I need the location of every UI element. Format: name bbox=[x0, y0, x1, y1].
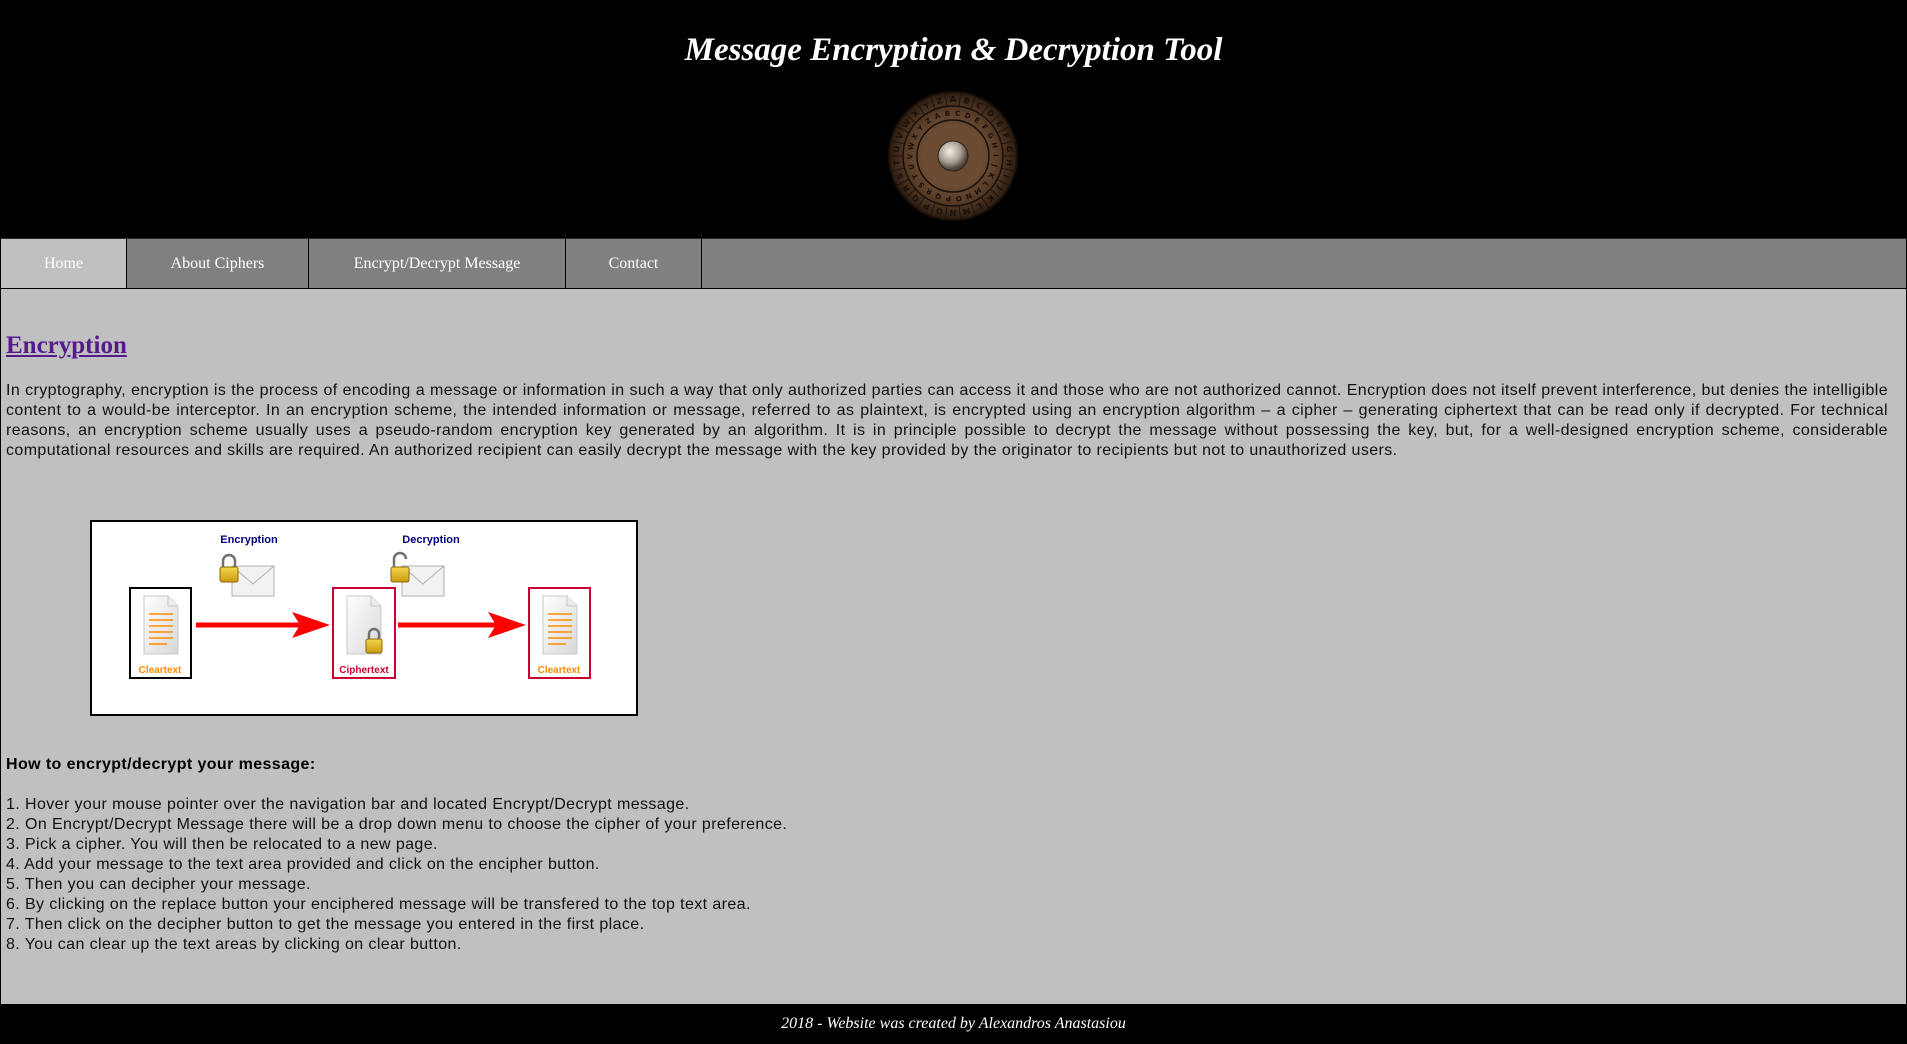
site-header: Message Encryption & Decryption Tool ABC… bbox=[0, 0, 1907, 238]
svg-text:A: A bbox=[950, 95, 957, 104]
svg-text:U: U bbox=[892, 145, 902, 153]
howto-step: 6. By clicking on the replace button you… bbox=[6, 896, 751, 913]
intro-paragraph: In cryptography, encryption is the proce… bbox=[6, 382, 1888, 459]
diagram-encryption-label: Encryption bbox=[220, 534, 278, 546]
navigation-bar: Home About Ciphers Encrypt/Decrypt Messa… bbox=[0, 238, 1907, 289]
nav-item-home[interactable]: Home bbox=[1, 239, 127, 288]
svg-text:V: V bbox=[906, 153, 914, 159]
encryption-diagram: Encryption Decryption Cleartext Cipherte… bbox=[90, 520, 638, 716]
section-title-encryption[interactable]: Encryption bbox=[6, 332, 127, 360]
howto-step: 2. On Encrypt/Decrypt Message there will… bbox=[6, 816, 788, 833]
svg-text:C: C bbox=[955, 109, 961, 118]
decrypted-cleartext-label: Cleartext bbox=[538, 665, 581, 676]
svg-text:N: N bbox=[950, 208, 957, 217]
svg-text:O: O bbox=[955, 194, 962, 203]
arrow-right-icon bbox=[196, 612, 330, 638]
howto-title: How to encrypt/decrypt your message: bbox=[6, 756, 316, 773]
howto-step: 3. Pick a cipher. You will then be reloc… bbox=[6, 836, 438, 853]
svg-text:H: H bbox=[1004, 159, 1014, 167]
howto-steps-list: 1. Hover your mouse pointer over the nav… bbox=[6, 795, 787, 955]
howto-step: 1. Hover your mouse pointer over the nav… bbox=[6, 796, 690, 813]
svg-text:G: G bbox=[1004, 145, 1014, 153]
howto-step: 7. Then click on the decipher button to … bbox=[6, 916, 645, 933]
arrow-right-icon bbox=[398, 612, 526, 638]
nav-item-encrypt-decrypt-message[interactable]: Encrypt/Decrypt Message bbox=[309, 239, 566, 288]
nav-item-about-ciphers[interactable]: About Ciphers bbox=[127, 239, 309, 288]
howto-step: 5. Then you can decipher your message. bbox=[6, 876, 311, 893]
main-content: Encryption In cryptography, encryption i… bbox=[0, 289, 1907, 1004]
cleartext-label: Cleartext bbox=[139, 665, 182, 676]
envelope-unlocked-icon bbox=[390, 551, 445, 597]
ciphertext-label: Ciphertext bbox=[339, 665, 389, 676]
site-title: Message Encryption & Decryption Tool bbox=[684, 32, 1223, 68]
howto-step: 4. Add your message to the text area pro… bbox=[6, 856, 600, 873]
howto-step: 8. You can clear up the text areas by cl… bbox=[6, 936, 462, 953]
nav-item-contact[interactable]: Contact bbox=[566, 239, 702, 288]
svg-text:P: P bbox=[945, 194, 951, 203]
svg-text:B: B bbox=[944, 110, 950, 119]
diagram-decryption-label: Decryption bbox=[402, 534, 460, 546]
cipher-wheel-logo: A B CDEFGHIJKLMNOPQRSTUVWXY Z D EFGHIJKLMNOP… bbox=[888, 91, 1018, 221]
svg-text:I: I bbox=[991, 154, 999, 157]
envelope-locked-icon bbox=[219, 553, 275, 597]
site-footer: 2018 - Website was created by Alexandros… bbox=[0, 1006, 1907, 1044]
